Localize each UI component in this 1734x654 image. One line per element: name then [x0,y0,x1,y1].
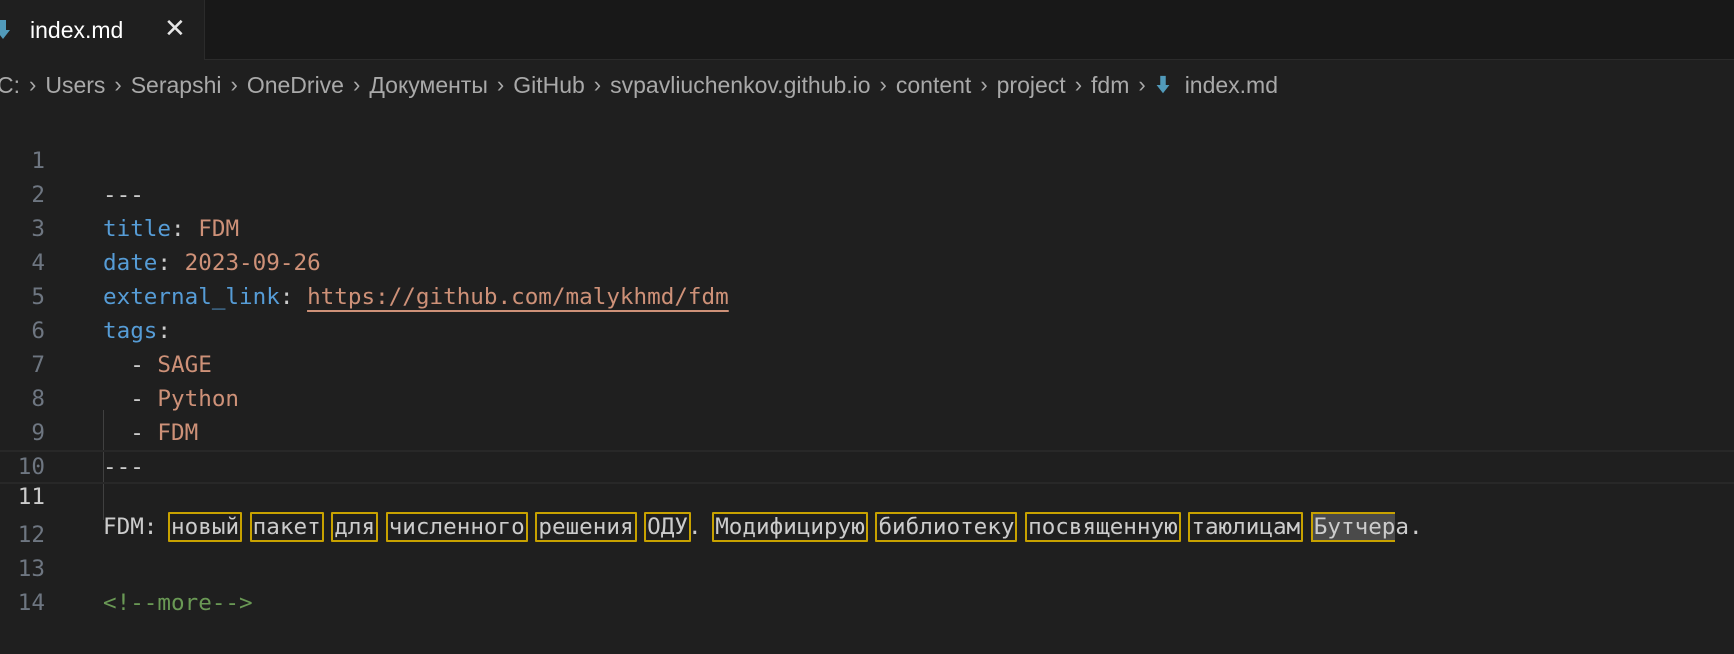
chevron-right-icon: › [1074,72,1083,97]
chevron-right-icon: › [496,72,505,97]
chevron-right-icon: › [352,72,361,97]
line-number: 14 [17,590,45,616]
editor-line[interactable]: 14 [0,552,1734,616]
editor-line[interactable]: 13 <!--more--> [0,518,1734,616]
breadcrumb-item[interactable]: project [997,72,1066,99]
chevron-right-icon: › [879,72,887,97]
tab-label: index.md [30,17,124,43]
breadcrumb-item[interactable]: C: [0,72,20,99]
editor-line[interactable]: 10 [0,416,1734,480]
chevron-right-icon: › [980,72,988,97]
breadcrumb-item[interactable]: svpavliuchenkov.github.io [610,72,870,99]
markdown-down-arrow-icon [1156,75,1170,94]
editor-line[interactable]: 3 date: 2023-09-26 [0,178,1734,276]
breadcrumb-item[interactable]: content [896,72,971,99]
editor-line[interactable]: 1 --- [0,110,1734,208]
chevron-right-icon: › [114,72,122,97]
chevron-right-icon: › [1138,72,1146,97]
close-icon[interactable]: ✕ [164,14,186,44]
breadcrumb-item[interactable]: fdm [1091,72,1129,99]
editor-line[interactable]: 5 tags: [0,246,1734,344]
tab-bar: index.md ✕ [0,0,1734,60]
chevron-right-icon: › [29,72,37,97]
editor-line[interactable]: 12 [0,484,1734,548]
editor-line[interactable]: 6 - SAGE [0,280,1734,378]
html-comment: <!--more--> [103,590,253,616]
breadcrumb-item[interactable]: GitHub [513,72,585,99]
editor-line-current[interactable]: 11 FDM: новый пакет для численного решен… [0,450,1734,542]
chevron-right-icon: › [230,72,238,97]
breadcrumb: C: › Users › Serapshi › OneDrive › Документы… [0,60,1734,110]
breadcrumb-file[interactable]: index.md [1185,72,1278,99]
markdown-down-arrow-icon [0,20,10,39]
tab-index-md[interactable]: index.md ✕ [0,0,205,60]
editor-line[interactable]: 7 - Python [0,314,1734,412]
chevron-right-icon: › [593,72,602,97]
editor-line[interactable]: 9 --- [0,382,1734,480]
breadcrumb-item[interactable]: Документы [369,72,488,99]
editor-line[interactable]: 4 external_link: https://github.com/maly… [0,212,1734,310]
editor-line[interactable]: 2 title: FDM [0,144,1734,242]
editor-line[interactable]: 8 - FDM [0,348,1734,446]
breadcrumb-item[interactable]: Users [45,72,105,99]
breadcrumb-item[interactable]: OneDrive [247,72,344,99]
breadcrumb-item[interactable]: Serapshi [131,72,222,99]
